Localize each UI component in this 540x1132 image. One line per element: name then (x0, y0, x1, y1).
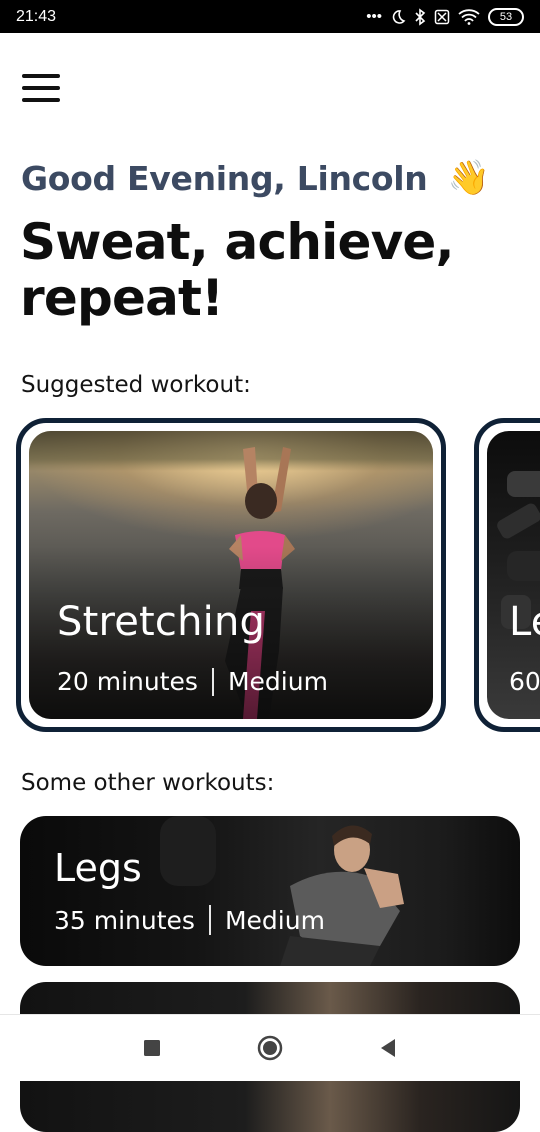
other-workouts-label: Some other workouts: (21, 770, 275, 796)
card-difficulty: Medium (224, 905, 325, 935)
moon-icon (392, 9, 406, 24)
meta-divider (211, 667, 214, 696)
card-title: Stretching (57, 599, 266, 645)
hamburger-menu-icon[interactable] (22, 72, 60, 104)
page-title: Sweat, achieve, repeat! (20, 213, 454, 327)
meta-divider (208, 905, 211, 935)
gym-photo: Le 60 (487, 431, 540, 719)
stretching-photo: Stretching 20 minutes Medium (29, 431, 433, 719)
card-duration: 20 minutes (57, 667, 198, 696)
bluetooth-icon (415, 7, 426, 26)
suggested-card-next[interactable]: Le 60 (474, 418, 540, 732)
sim-off-icon (434, 9, 450, 24)
suggested-label: Suggested workout: (21, 372, 251, 398)
card-title: Legs (54, 846, 142, 890)
back-icon[interactable] (368, 1028, 408, 1068)
recent-apps-icon[interactable] (132, 1028, 172, 1068)
legs-photo (160, 816, 404, 966)
more-dots-icon: ••• (366, 8, 382, 25)
card-meta: 20 minutes Medium (57, 667, 328, 696)
card-difficulty: Medium (227, 667, 328, 696)
waving-hand-icon: 👋 (447, 158, 490, 198)
suggested-card-stretching[interactable]: Stretching 20 minutes Medium (16, 418, 446, 732)
card-meta: 35 minutes Medium (54, 905, 325, 935)
status-time: 21:43 (16, 7, 57, 25)
card-duration: 35 minutes (54, 905, 195, 935)
card-meta: 60 (509, 667, 540, 696)
workout-card-legs[interactable]: Legs 35 minutes Medium (20, 816, 520, 966)
card-title: Le (509, 599, 540, 645)
greeting: Good Evening, Lincoln 👋 (21, 158, 490, 198)
status-icons: ••• 53 (366, 7, 524, 26)
battery-icon: 53 (488, 7, 524, 26)
card-duration: 60 (509, 667, 540, 696)
status-bar: 21:43 ••• 53 (0, 0, 540, 33)
suggested-carousel[interactable]: Stretching 20 minutes Medium Le 60 (16, 418, 540, 732)
wifi-icon (458, 8, 480, 25)
system-nav-bar (0, 1014, 540, 1081)
greeting-text: Good Evening, Lincoln (21, 158, 428, 198)
home-icon[interactable] (250, 1028, 290, 1068)
